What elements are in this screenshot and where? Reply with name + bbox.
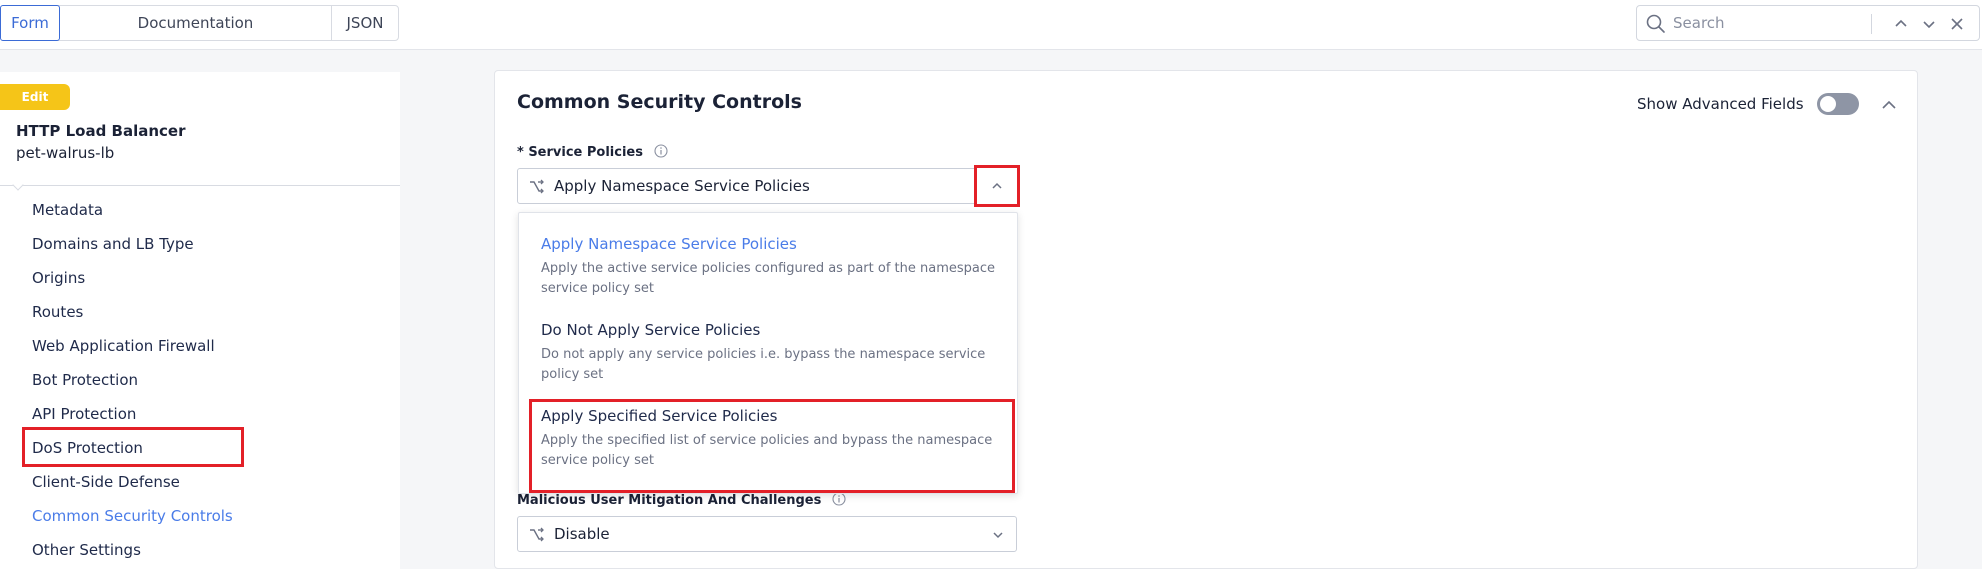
service-policies-label-text: * Service Policies: [517, 145, 643, 160]
sidebar-item-api-protection[interactable]: API Protection: [0, 397, 400, 431]
sidebar-item-other-settings[interactable]: Other Settings: [0, 533, 400, 567]
service-policies-select[interactable]: Apply Namespace Service Policies: [517, 165, 1020, 207]
option-title: Apply Specified Service Policies: [541, 407, 778, 425]
advanced-fields-label: Show Advanced Fields: [1637, 95, 1804, 113]
top-toolbar: Form Documentation JSON: [0, 0, 1982, 50]
object-name: pet-walrus-lb: [16, 144, 115, 162]
option-description: Apply the active service policies config…: [541, 261, 995, 296]
info-icon[interactable]: [653, 144, 668, 158]
option-title: Do Not Apply Service Policies: [541, 321, 761, 339]
chevron-down-icon: [993, 532, 1003, 539]
tab-form[interactable]: Form: [0, 5, 60, 41]
tab-json[interactable]: JSON: [332, 6, 398, 40]
choice-icon: [530, 179, 544, 194]
tab-documentation[interactable]: Documentation: [60, 6, 332, 40]
sidebar-notch: [12, 179, 24, 191]
option-description: Do not apply any service policies i.e. b…: [541, 347, 986, 382]
sidebar-divider: [0, 185, 400, 186]
search-icon: [1646, 14, 1665, 33]
malicious-user-label: Malicious User Mitigation And Challenges: [517, 492, 846, 508]
chevron-up-icon: [1895, 19, 1907, 27]
search-box: [1636, 5, 1980, 41]
info-icon[interactable]: [832, 492, 846, 506]
sidebar-item-metadata[interactable]: Metadata: [0, 193, 400, 227]
sidebar-item-domains-lb-type[interactable]: Domains and LB Type: [0, 227, 400, 261]
search-next-button[interactable]: [1919, 14, 1939, 34]
sidebar: Edit HTTP Load Balancer pet-walrus-lb Me…: [0, 72, 400, 569]
search-prev-button[interactable]: [1891, 14, 1911, 34]
collapse-section-icon[interactable]: [1879, 95, 1899, 115]
section-title: Common Security Controls: [517, 91, 802, 113]
service-policies-value: Apply Namespace Service Policies: [554, 177, 810, 195]
toggle-knob: [1820, 96, 1836, 112]
view-tabs: Form Documentation JSON: [0, 5, 399, 41]
object-kind: HTTP Load Balancer: [16, 122, 186, 140]
advanced-fields-toggle[interactable]: [1817, 93, 1859, 115]
service-policies-label: * Service Policies: [517, 144, 668, 160]
malicious-user-select[interactable]: Disable: [517, 516, 1017, 552]
close-icon: [1951, 18, 1963, 30]
choice-icon: [530, 527, 544, 542]
malicious-user-value: Disable: [554, 525, 610, 543]
sidebar-nav: Metadata Domains and LB Type Origins Rou…: [0, 193, 400, 567]
sidebar-item-common-security-controls[interactable]: Common Security Controls: [0, 499, 400, 533]
search-close-button[interactable]: [1947, 14, 1967, 34]
option-do-not-apply[interactable]: Do Not Apply Service Policies Do not app…: [541, 321, 1011, 385]
malicious-user-label-text: Malicious User Mitigation And Challenges: [517, 493, 822, 508]
edit-badge: Edit: [0, 84, 70, 110]
search-separator: [1871, 14, 1872, 34]
option-apply-namespace[interactable]: Apply Namespace Service Policies Apply t…: [541, 235, 1011, 299]
sidebar-item-origins[interactable]: Origins: [0, 261, 400, 295]
chevron-down-icon: [1923, 21, 1935, 29]
sidebar-item-routes[interactable]: Routes: [0, 295, 400, 329]
sidebar-item-waf[interactable]: Web Application Firewall: [0, 329, 400, 363]
sidebar-item-client-side-defense[interactable]: Client-Side Defense: [0, 465, 400, 499]
search-input[interactable]: [1673, 11, 1903, 35]
option-description: Apply the specified list of service poli…: [541, 433, 993, 468]
option-title: Apply Namespace Service Policies: [541, 235, 797, 253]
chevron-up-icon: [992, 182, 1002, 189]
option-apply-specified[interactable]: Apply Specified Service Policies Apply t…: [541, 407, 1011, 471]
dropdown-toggle-button[interactable]: [974, 165, 1020, 207]
sidebar-item-bot-protection[interactable]: Bot Protection: [0, 363, 400, 397]
sidebar-item-dos-protection[interactable]: DoS Protection: [0, 431, 400, 465]
service-policies-dropdown: Apply Namespace Service Policies Apply t…: [518, 212, 1018, 494]
